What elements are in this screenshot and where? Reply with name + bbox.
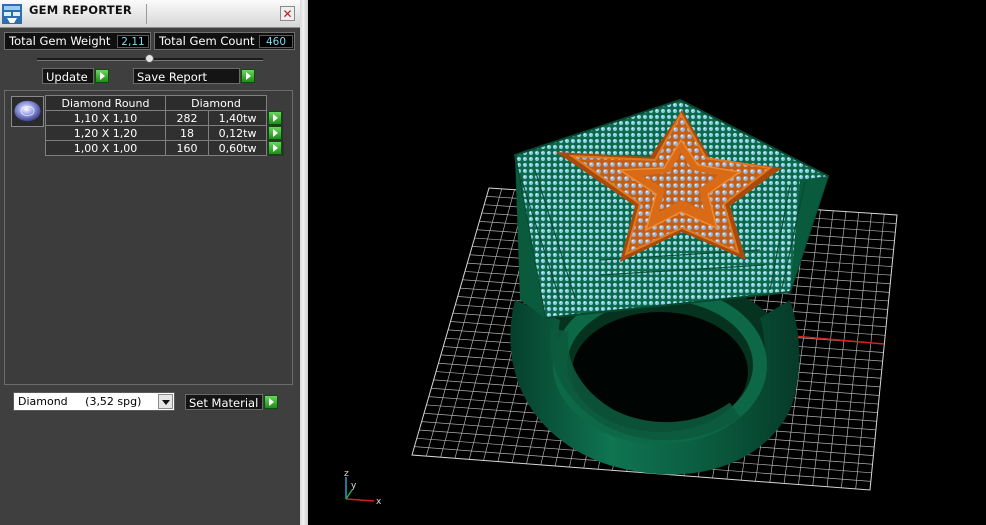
title-bar: GEM REPORTER ✕: [0, 0, 300, 28]
3d-viewport[interactable]: z y x: [308, 0, 986, 525]
total-gem-count-value: 460: [259, 35, 293, 48]
gem-weight-cell: 1,40tw: [208, 110, 267, 126]
save-report-label: Save Report: [137, 70, 208, 84]
total-gem-weight-label: Total Gem Weight: [9, 34, 111, 48]
update-label: Update: [46, 70, 88, 84]
axis-label-x: x: [376, 497, 382, 507]
update-button[interactable]: Update: [42, 68, 94, 84]
table-row[interactable]: 1,20 X 1,20 18 0,12tw: [45, 125, 284, 141]
axis-gizmo: z y x: [344, 469, 382, 507]
play-icon[interactable]: [268, 141, 282, 155]
save-report-button[interactable]: Save Report: [133, 68, 240, 84]
column-header-cut: Diamond Round: [45, 95, 166, 111]
set-material-play-icon[interactable]: [264, 395, 278, 409]
material-selected-value: Diamond (3,52 spg): [18, 395, 142, 408]
material-dropdown[interactable]: Diamond (3,52 spg): [13, 392, 175, 411]
save-report-play-icon[interactable]: [241, 69, 255, 83]
total-gem-count-field: Total Gem Count 460: [154, 32, 295, 50]
row-action-cell: [266, 110, 284, 126]
gem-weight-cell: 0,12tw: [208, 125, 267, 141]
dropdown-arrow-icon[interactable]: [158, 394, 173, 409]
size-slider-handle[interactable]: [145, 54, 154, 63]
gem-count-cell: 18: [164, 125, 210, 141]
gem-size-cell: 1,10 X 1,10: [45, 110, 166, 126]
table-row[interactable]: 1,10 X 1,10 282 1,40tw: [45, 110, 284, 126]
gem-size-cell: 1,00 X 1,00: [45, 140, 166, 156]
column-header-material: Diamond: [165, 95, 267, 111]
axis-label-y: y: [351, 481, 357, 491]
panel-title: GEM REPORTER: [29, 3, 132, 17]
gem-reporter-panel: GEM REPORTER ✕ Total Gem Weight 2,11 Tot…: [0, 0, 300, 525]
close-icon: ✕: [282, 7, 293, 21]
close-button[interactable]: ✕: [280, 6, 295, 21]
play-icon[interactable]: [268, 126, 282, 140]
gem-thumbnail-icon[interactable]: [11, 96, 44, 127]
table-row[interactable]: 1,00 X 1,00 160 0,60tw: [45, 140, 284, 156]
title-separator: [146, 4, 147, 24]
total-gem-weight-field: Total Gem Weight 2,11: [4, 32, 151, 50]
total-gem-weight-value: 2,11: [117, 35, 149, 48]
gem-weight-cell: 0,60tw: [208, 140, 267, 156]
gem-count-cell: 282: [164, 110, 210, 126]
total-gem-count-label: Total Gem Count: [159, 34, 255, 48]
update-play-icon[interactable]: [95, 69, 109, 83]
play-icon[interactable]: [268, 111, 282, 125]
ring-model-scene: z y x: [344, 98, 898, 507]
row-action-cell: [266, 140, 284, 156]
app-icon: [2, 4, 22, 24]
gem-table: Diamond Round Diamond 1,10 X 1,10 282 1,…: [45, 95, 284, 156]
gem-size-cell: 1,20 X 1,20: [45, 125, 166, 141]
gem-count-cell: 160: [164, 140, 210, 156]
row-action-cell: [266, 125, 284, 141]
panel-splitter[interactable]: [300, 0, 308, 525]
axis-label-z: z: [344, 469, 349, 479]
table-header-row: Diamond Round Diamond: [45, 95, 284, 111]
set-material-label: Set Material: [189, 396, 259, 410]
set-material-button[interactable]: Set Material: [185, 394, 263, 410]
